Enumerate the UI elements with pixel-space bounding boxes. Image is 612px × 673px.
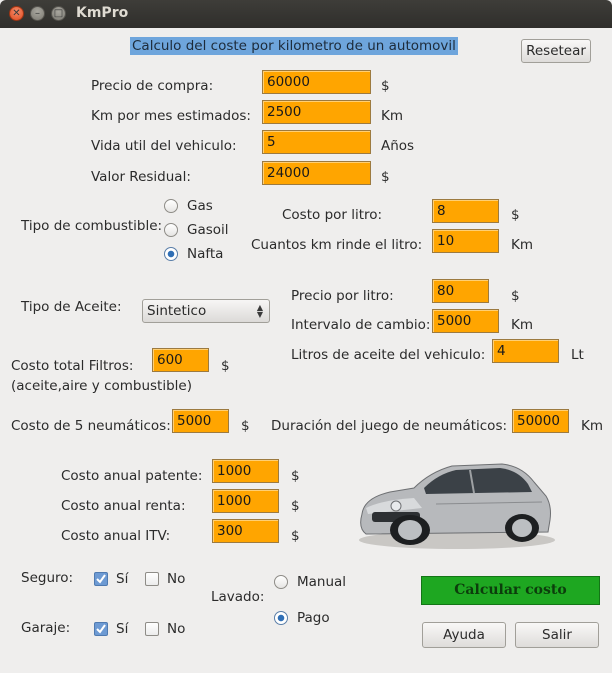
costo-litro-input[interactable]: 8 [432, 199, 499, 223]
km-litro-label: Cuantos km rinde el litro: [251, 237, 423, 253]
precio-compra-unit: $ [381, 78, 390, 94]
lavado-label: Lavado: [211, 589, 265, 605]
garaje-si-label: Sí [116, 621, 129, 637]
duracion-neumaticos-input[interactable]: 50000 [512, 409, 569, 433]
intervalo-unit: Km [511, 317, 534, 333]
km-litro-input[interactable]: 10 [432, 229, 499, 253]
reset-button[interactable]: Resetear [521, 39, 591, 63]
costo-neumaticos-unit: $ [241, 418, 250, 434]
checkmark-icon [96, 624, 106, 634]
close-window-button[interactable]: ✕ [9, 6, 24, 21]
duracion-neumaticos-label: Duración del juego de neumáticos: [271, 418, 508, 434]
precio-compra-input[interactable]: 60000 [262, 70, 371, 94]
precio-aceite-input[interactable]: 80 [432, 279, 489, 303]
radio-gasoil-label: Gasoil [187, 222, 229, 238]
precio-aceite-unit: $ [511, 288, 520, 304]
radio-lavado-pago-label: Pago [297, 610, 330, 626]
costo-neumaticos-label: Costo de 5 neumáticos: [11, 418, 171, 434]
costo-neumaticos-input[interactable]: 5000 [172, 409, 229, 433]
app-window: ✕ – □ KmPro Calculo del coste por kilome… [0, 0, 612, 673]
radio-nafta-label: Nafta [187, 246, 224, 262]
vida-util-input[interactable]: 5 [262, 130, 371, 154]
garaje-no-checkbox[interactable] [145, 622, 159, 636]
filtros-input[interactable]: 600 [152, 348, 209, 372]
seguro-no-label: No [167, 571, 186, 587]
litros-aceite-label: Litros de aceite del vehiculo: [291, 347, 486, 363]
maximize-icon: □ [53, 8, 64, 19]
km-mes-input[interactable]: 2500 [262, 100, 371, 124]
patente-input[interactable]: 1000 [212, 459, 279, 483]
garaje-si-checkbox[interactable] [94, 622, 108, 636]
filtros-unit: $ [221, 358, 230, 374]
car-image [359, 463, 555, 549]
km-litro-unit: Km [511, 237, 534, 253]
radio-nafta[interactable] [164, 247, 178, 261]
radio-gasoil[interactable] [164, 223, 178, 237]
renta-unit: $ [291, 498, 300, 514]
window-title: KmPro [76, 5, 129, 21]
renta-input[interactable]: 1000 [212, 489, 279, 513]
seguro-label: Seguro: [21, 570, 74, 586]
itv-label: Costo anual ITV: [61, 528, 171, 544]
vida-util-label: Vida util del vehiculo: [91, 138, 237, 154]
precio-compra-label: Precio de compra: [91, 78, 214, 94]
chevron-updown-icon: ▲ ▼ [256, 303, 263, 319]
itv-unit: $ [291, 528, 300, 544]
patente-unit: $ [291, 468, 300, 484]
litros-aceite-input[interactable]: 4 [492, 339, 559, 363]
radio-gas-label: Gas [187, 198, 213, 214]
filtros-label: Costo total Filtros: [11, 358, 134, 374]
intervalo-input[interactable]: 5000 [432, 309, 499, 333]
valor-residual-unit: $ [381, 169, 390, 185]
salir-button[interactable]: Salir [515, 622, 599, 648]
itv-input[interactable]: 300 [212, 519, 279, 543]
checkmark-icon [96, 574, 106, 584]
calcular-costo-button[interactable]: Calcular costo [421, 576, 600, 605]
page-title: Calculo del coste por kilometro de un au… [130, 37, 458, 55]
tipo-aceite-label: Tipo de Aceite: [21, 299, 122, 315]
seguro-no-checkbox[interactable] [145, 572, 159, 586]
radio-lavado-pago[interactable] [274, 611, 288, 625]
renta-label: Costo anual renta: [61, 498, 186, 514]
litros-aceite-unit: Lt [571, 347, 584, 363]
tipo-aceite-selected: Sintetico [147, 303, 207, 319]
radio-lavado-manual[interactable] [274, 575, 288, 589]
garaje-no-label: No [167, 621, 186, 637]
seguro-si-label: Sí [116, 571, 129, 587]
km-mes-unit: Km [381, 108, 404, 124]
costo-litro-label: Costo por litro: [282, 207, 383, 223]
valor-residual-label: Valor Residual: [91, 169, 191, 185]
filtros-sublabel: (aceite,aire y combustible) [11, 378, 192, 394]
radio-lavado-manual-label: Manual [297, 574, 347, 590]
maximize-window-button[interactable]: □ [51, 6, 66, 21]
garaje-label: Garaje: [21, 620, 71, 636]
radio-gas[interactable] [164, 199, 178, 213]
costo-litro-unit: $ [511, 207, 520, 223]
minimize-icon: – [35, 8, 40, 19]
precio-aceite-label: Precio por litro: [291, 288, 394, 304]
km-mes-label: Km por mes estimados: [91, 108, 251, 124]
valor-residual-input[interactable]: 24000 [262, 161, 371, 185]
seguro-si-checkbox[interactable] [94, 572, 108, 586]
patente-label: Costo anual patente: [61, 468, 203, 484]
tipo-aceite-select[interactable]: Sintetico ▲ ▼ [142, 299, 270, 323]
tipo-combustible-label: Tipo de combustible: [21, 218, 163, 234]
minimize-window-button[interactable]: – [30, 6, 45, 21]
duracion-neumaticos-unit: Km [581, 418, 604, 434]
close-icon: ✕ [12, 8, 21, 19]
vida-util-unit: Años [381, 138, 415, 154]
ayuda-button[interactable]: Ayuda [422, 622, 506, 648]
intervalo-label: Intervalo de cambio: [291, 317, 431, 333]
title-bar: ✕ – □ KmPro [0, 0, 612, 28]
